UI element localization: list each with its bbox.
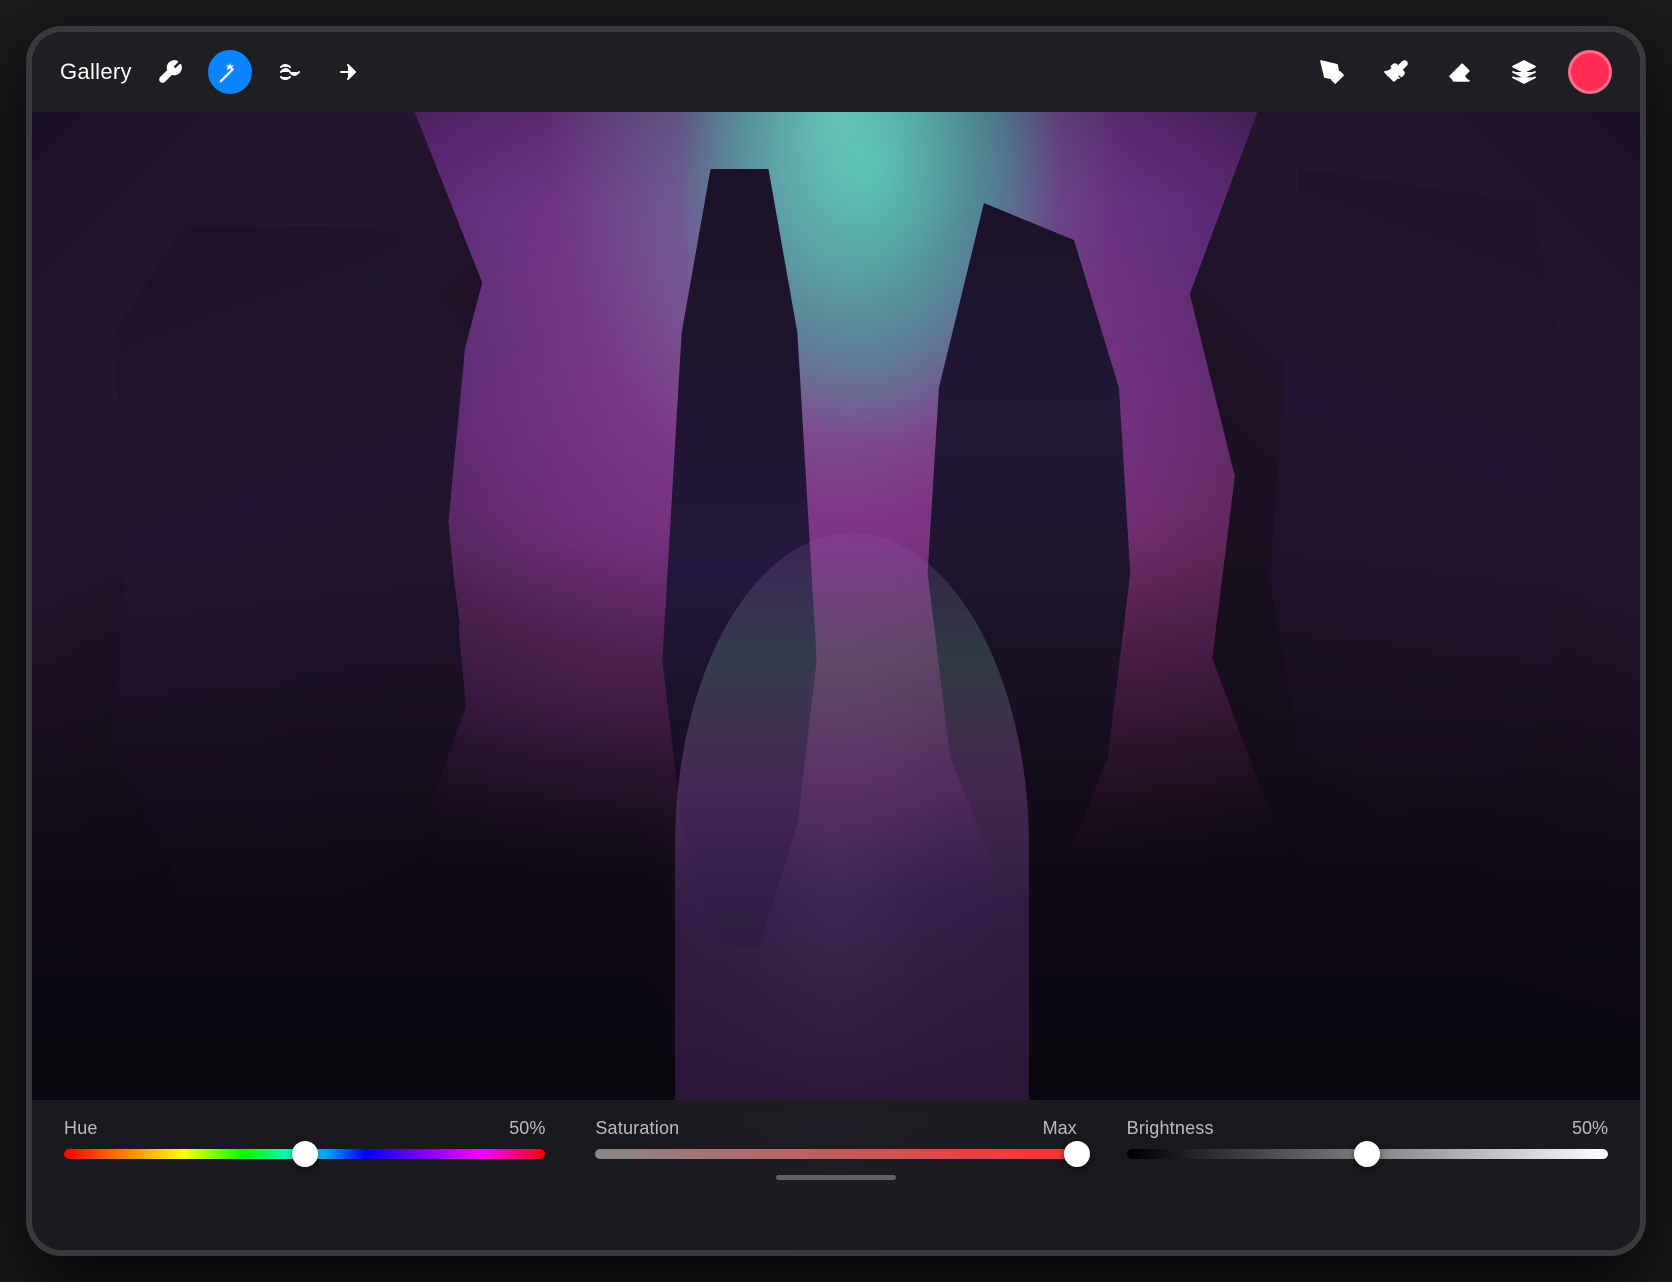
top-bar: Gallery: [32, 32, 1640, 112]
settings-button[interactable]: [150, 52, 190, 92]
saturation-value: Max: [1043, 1118, 1077, 1139]
artwork: [32, 112, 1640, 1250]
wrench-icon: [157, 59, 183, 85]
smudge-button[interactable]: [270, 52, 310, 92]
transform-button[interactable]: [328, 52, 368, 92]
brightness-slider-track[interactable]: [1127, 1149, 1608, 1159]
brightness-label: Brightness: [1127, 1118, 1214, 1139]
transform-icon: [336, 60, 360, 84]
pen-button[interactable]: [1312, 52, 1352, 92]
canvas-area[interactable]: Hue 50% Saturation Max: [32, 112, 1640, 1250]
home-indicator: [776, 1175, 896, 1180]
magic-wand-icon: [219, 61, 241, 83]
layers-button[interactable]: [1504, 52, 1544, 92]
hue-label: Hue: [64, 1118, 98, 1139]
smudge-icon: [278, 60, 302, 84]
eraser-button[interactable]: [1440, 52, 1480, 92]
color-picker-button[interactable]: [1568, 50, 1612, 94]
sliders-row: Hue 50% Saturation Max: [64, 1118, 1608, 1159]
paintbrush-icon: [1383, 59, 1409, 85]
brightness-slider-group: Brightness 50%: [1127, 1118, 1608, 1159]
paintbrush-button[interactable]: [1376, 52, 1416, 92]
saturation-slider-group: Saturation Max: [595, 1118, 1076, 1159]
device-frame: Gallery: [26, 26, 1646, 1256]
top-bar-left: Gallery: [60, 50, 368, 94]
hue-value: 50%: [509, 1118, 545, 1139]
magic-wand-button[interactable]: [208, 50, 252, 94]
layers-icon: [1511, 59, 1537, 85]
hue-slider-track[interactable]: [64, 1149, 545, 1159]
eraser-icon: [1447, 59, 1473, 85]
saturation-slider-header: Saturation Max: [595, 1118, 1076, 1139]
brightness-slider-header: Brightness 50%: [1127, 1118, 1608, 1139]
saturation-thumb[interactable]: [1064, 1141, 1090, 1167]
hue-slider-group: Hue 50%: [64, 1118, 545, 1159]
river: [675, 533, 1029, 1159]
controls-panel: Hue 50% Saturation Max: [32, 1100, 1640, 1250]
pen-nib-icon: [1319, 59, 1345, 85]
brightness-thumb[interactable]: [1354, 1141, 1380, 1167]
hue-thumb[interactable]: [292, 1141, 318, 1167]
gallery-button[interactable]: Gallery: [60, 59, 132, 85]
hue-slider-header: Hue 50%: [64, 1118, 545, 1139]
saturation-label: Saturation: [595, 1118, 679, 1139]
top-bar-right: [1312, 50, 1612, 94]
brightness-value: 50%: [1572, 1118, 1608, 1139]
saturation-slider-track[interactable]: [595, 1149, 1076, 1159]
